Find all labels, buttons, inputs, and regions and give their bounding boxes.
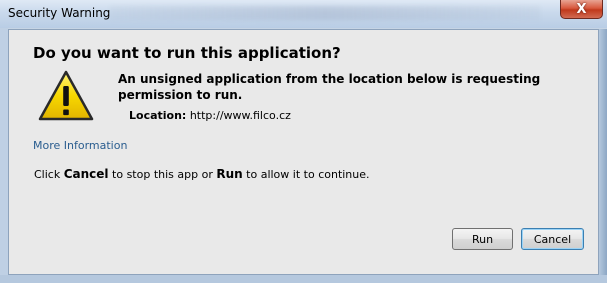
location-label: Location: xyxy=(129,109,187,122)
window-title: Security Warning xyxy=(8,6,111,20)
title-bar-background-blur xyxy=(110,6,540,20)
instruction-cancel-word: Cancel xyxy=(63,167,109,181)
close-icon: X xyxy=(576,1,587,17)
instruction-text: Click Cancel to stop this app or Run to … xyxy=(34,167,370,181)
warning-icon xyxy=(38,70,94,121)
instruction-run-word: Run xyxy=(216,167,243,181)
security-warning-window: Security Warning X Do you want to run th… xyxy=(0,0,607,283)
location-value: http://www.filco.cz xyxy=(189,109,291,122)
close-button[interactable]: X xyxy=(560,0,603,19)
instruction-part-3: to allow it to continue. xyxy=(242,168,370,181)
run-button[interactable]: Run xyxy=(452,228,513,250)
cancel-button[interactable]: Cancel xyxy=(521,228,584,250)
title-bar[interactable]: Security Warning X xyxy=(0,0,607,28)
location-row: Location: http://www.filco.cz xyxy=(129,109,291,122)
dialog-heading: Do you want to run this application? xyxy=(33,44,341,62)
more-information-link[interactable]: More Information xyxy=(33,139,127,152)
window-frame-bottom xyxy=(0,275,607,283)
instruction-part-2: to stop this app or xyxy=(108,168,217,181)
window-frame-left xyxy=(0,28,8,283)
warning-message: An unsigned application from the locatio… xyxy=(118,72,541,102)
instruction-part-1: Click xyxy=(34,168,64,181)
window-frame-right xyxy=(599,29,607,283)
